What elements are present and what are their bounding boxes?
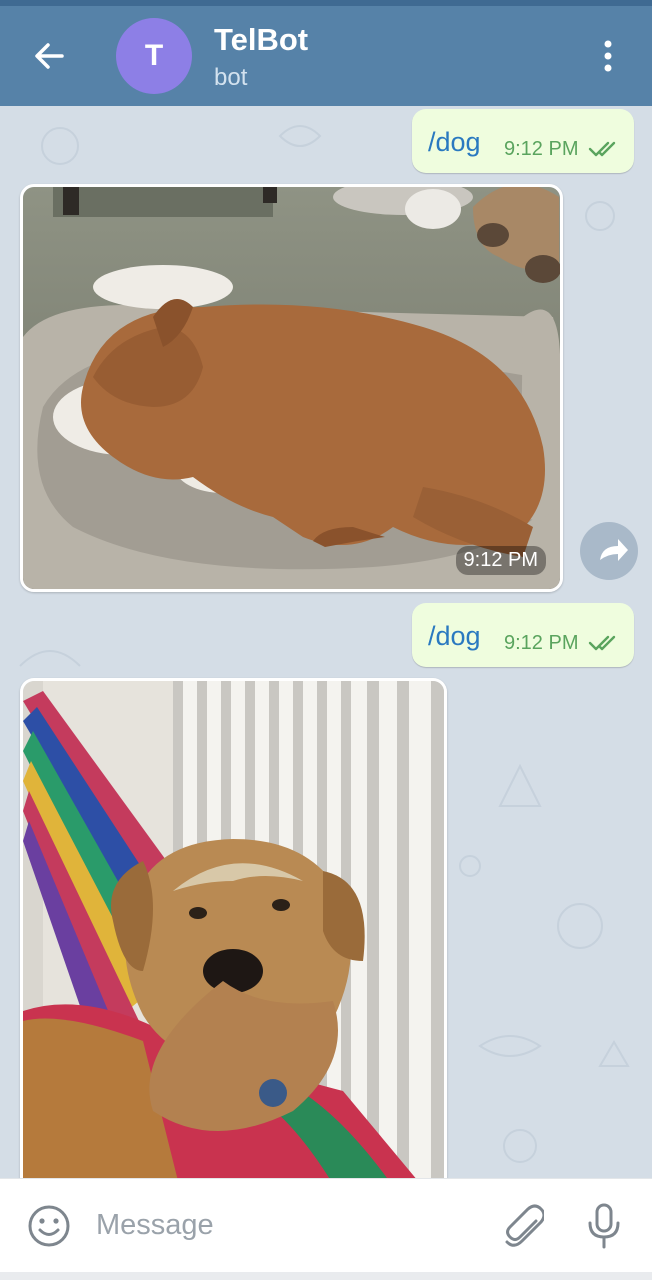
- mic-icon[interactable]: [584, 1201, 624, 1251]
- message-input[interactable]: Message: [96, 1209, 214, 1242]
- message-time: 9:12 PM: [504, 632, 579, 654]
- outgoing-message[interactable]: /dog 9:12 PM: [412, 109, 634, 173]
- message-list[interactable]: /dog 9:12 PM 9:12 PM /dog 9:12 PM: [0, 106, 652, 1178]
- share-icon[interactable]: [580, 522, 638, 580]
- message-input-bar: Message: [0, 1178, 652, 1272]
- photo-message[interactable]: 9:12 PM: [20, 184, 563, 592]
- message-text[interactable]: /dog: [428, 621, 481, 652]
- read-check-icon: [588, 633, 620, 653]
- dog-photo-sleeping: [23, 187, 560, 589]
- more-vert-icon[interactable]: [594, 36, 622, 76]
- message-text[interactable]: /dog: [428, 127, 481, 158]
- dog-photo-hammock: [23, 681, 444, 1178]
- photo-message[interactable]: [20, 678, 447, 1178]
- system-nav-strip: [0, 1272, 652, 1280]
- avatar[interactable]: T: [116, 18, 192, 94]
- attach-icon[interactable]: [500, 1203, 546, 1249]
- chat-header: T TelBot bot: [0, 6, 652, 106]
- chat-title[interactable]: TelBot: [214, 22, 308, 58]
- outgoing-message[interactable]: /dog 9:12 PM: [412, 603, 634, 667]
- message-time: 9:12 PM: [504, 138, 579, 160]
- read-check-icon: [588, 139, 620, 159]
- chat-subtitle: bot: [214, 64, 248, 91]
- emoji-icon[interactable]: [26, 1203, 72, 1249]
- back-arrow-icon[interactable]: [28, 36, 72, 76]
- photo-time: 9:12 PM: [455, 546, 546, 575]
